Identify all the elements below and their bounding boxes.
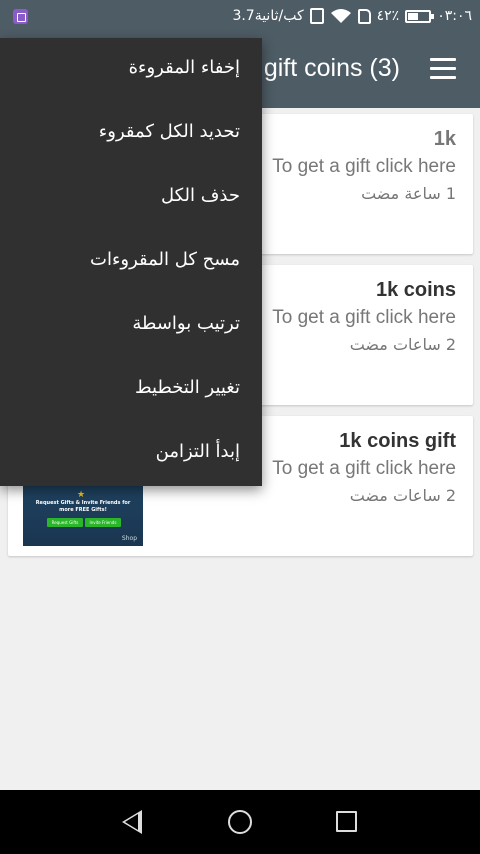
menu-item-clear-read[interactable]: مسح كل المقروءات (0, 230, 262, 294)
overflow-menu: إخفاء المقروءة تحديد الكل كمقروء حذف الك… (0, 38, 262, 486)
menu-item-label: إبدأ التزامن (155, 441, 240, 462)
vibrate-icon (309, 8, 324, 24)
menu-item-hide-read[interactable]: إخفاء المقروءة (0, 38, 262, 102)
home-icon[interactable] (228, 810, 252, 834)
card-time: 2 ساعات مضت (349, 486, 456, 505)
card-subtitle: To get a gift click here (272, 307, 456, 328)
menu-item-label: إخفاء المقروءة (128, 57, 240, 78)
network-speed: 3.7كب/ثانية (232, 8, 304, 24)
menu-item-start-sync[interactable]: إبدأ التزامن (0, 422, 262, 486)
menu-item-change-layout[interactable]: تغيير التخطيط (0, 358, 262, 422)
thumb-shop-label: Shop (121, 535, 137, 542)
battery-icon (405, 9, 435, 23)
card-title: 1k coins gift (339, 430, 456, 452)
star-icon: ★ (77, 490, 86, 500)
status-right: 3.7كب/ثانية ٤٢٪ ٠٣:٠٦ (232, 0, 472, 32)
status-bar: 3.7كب/ثانية ٤٢٪ ٠٣:٠٦ (0, 0, 480, 32)
clock: ٠٣:٠٦ (437, 8, 472, 24)
thumb-caption: Request Gifts & Invite Friends for more … (35, 500, 131, 513)
menu-item-label: ترتيب بواسطة (132, 313, 240, 334)
back-icon[interactable] (122, 810, 142, 834)
hamburger-icon[interactable] (430, 58, 456, 80)
sim-icon (357, 8, 371, 24)
menu-item-label: حذف الكل (160, 185, 240, 206)
system-nav-bar (0, 790, 480, 854)
card-subtitle: To get a gift click here (272, 156, 456, 177)
thumb-invite-button: Invite Friends (85, 518, 121, 527)
menu-item-mark-all-read[interactable]: تحديد الكل كمقروء (0, 102, 262, 166)
card-time: 1 ساعة مضت (361, 184, 456, 203)
app-icon (13, 9, 28, 24)
thumb-request-button: Request Gifts (47, 518, 83, 527)
card-time: 2 ساعات مضت (349, 335, 456, 354)
menu-item-sort-by[interactable]: ترتيب بواسطة (0, 294, 262, 358)
card-title: 1k (433, 128, 456, 150)
wifi-icon (330, 9, 351, 23)
card-subtitle: To get a gift click here (272, 458, 456, 479)
menu-item-label: تغيير التخطيط (134, 377, 240, 398)
menu-item-label: تحديد الكل كمقروء (98, 121, 240, 142)
card-title: 1k coins (375, 279, 456, 301)
menu-item-label: مسح كل المقروءات (90, 249, 240, 270)
menu-item-delete-all[interactable]: حذف الكل (0, 166, 262, 230)
recent-apps-icon[interactable] (336, 811, 357, 832)
battery-percent: ٤٢٪ (376, 8, 400, 24)
